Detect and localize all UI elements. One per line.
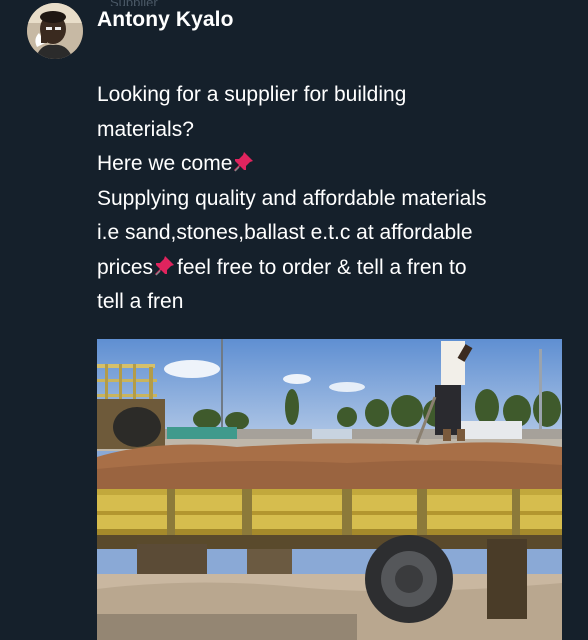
tweet-post[interactable]: Antony Kyalo Looking for a supplier for …	[0, 0, 588, 640]
text-line: Supplying quality and affordable materia…	[97, 186, 487, 210]
avatar-image	[27, 3, 83, 59]
post-photo[interactable]	[97, 339, 562, 640]
text-segment: feel free to order & tell a fren to	[177, 255, 467, 279]
author-name[interactable]: Antony Kyalo	[97, 8, 234, 32]
text-segment: prices	[97, 255, 154, 279]
text-line: Looking for a supplier for building	[97, 83, 407, 106]
text-line: prices feel free to order & tell a fren …	[97, 251, 567, 286]
truck-sand-photo	[97, 339, 562, 640]
text-line: tell a fren	[97, 290, 184, 313]
text-line: materials?	[97, 117, 194, 141]
pushpin-icon	[234, 152, 254, 172]
avatar[interactable]	[27, 3, 83, 59]
text-line: Here we come	[97, 147, 567, 182]
tweet-text: Looking for a supplier for building mate…	[97, 78, 567, 320]
text-line: i.e sand,stones,ballast e.t.c at afforda…	[97, 221, 473, 244]
text-segment: Here we come	[97, 152, 233, 175]
pushpin-icon	[155, 255, 175, 275]
